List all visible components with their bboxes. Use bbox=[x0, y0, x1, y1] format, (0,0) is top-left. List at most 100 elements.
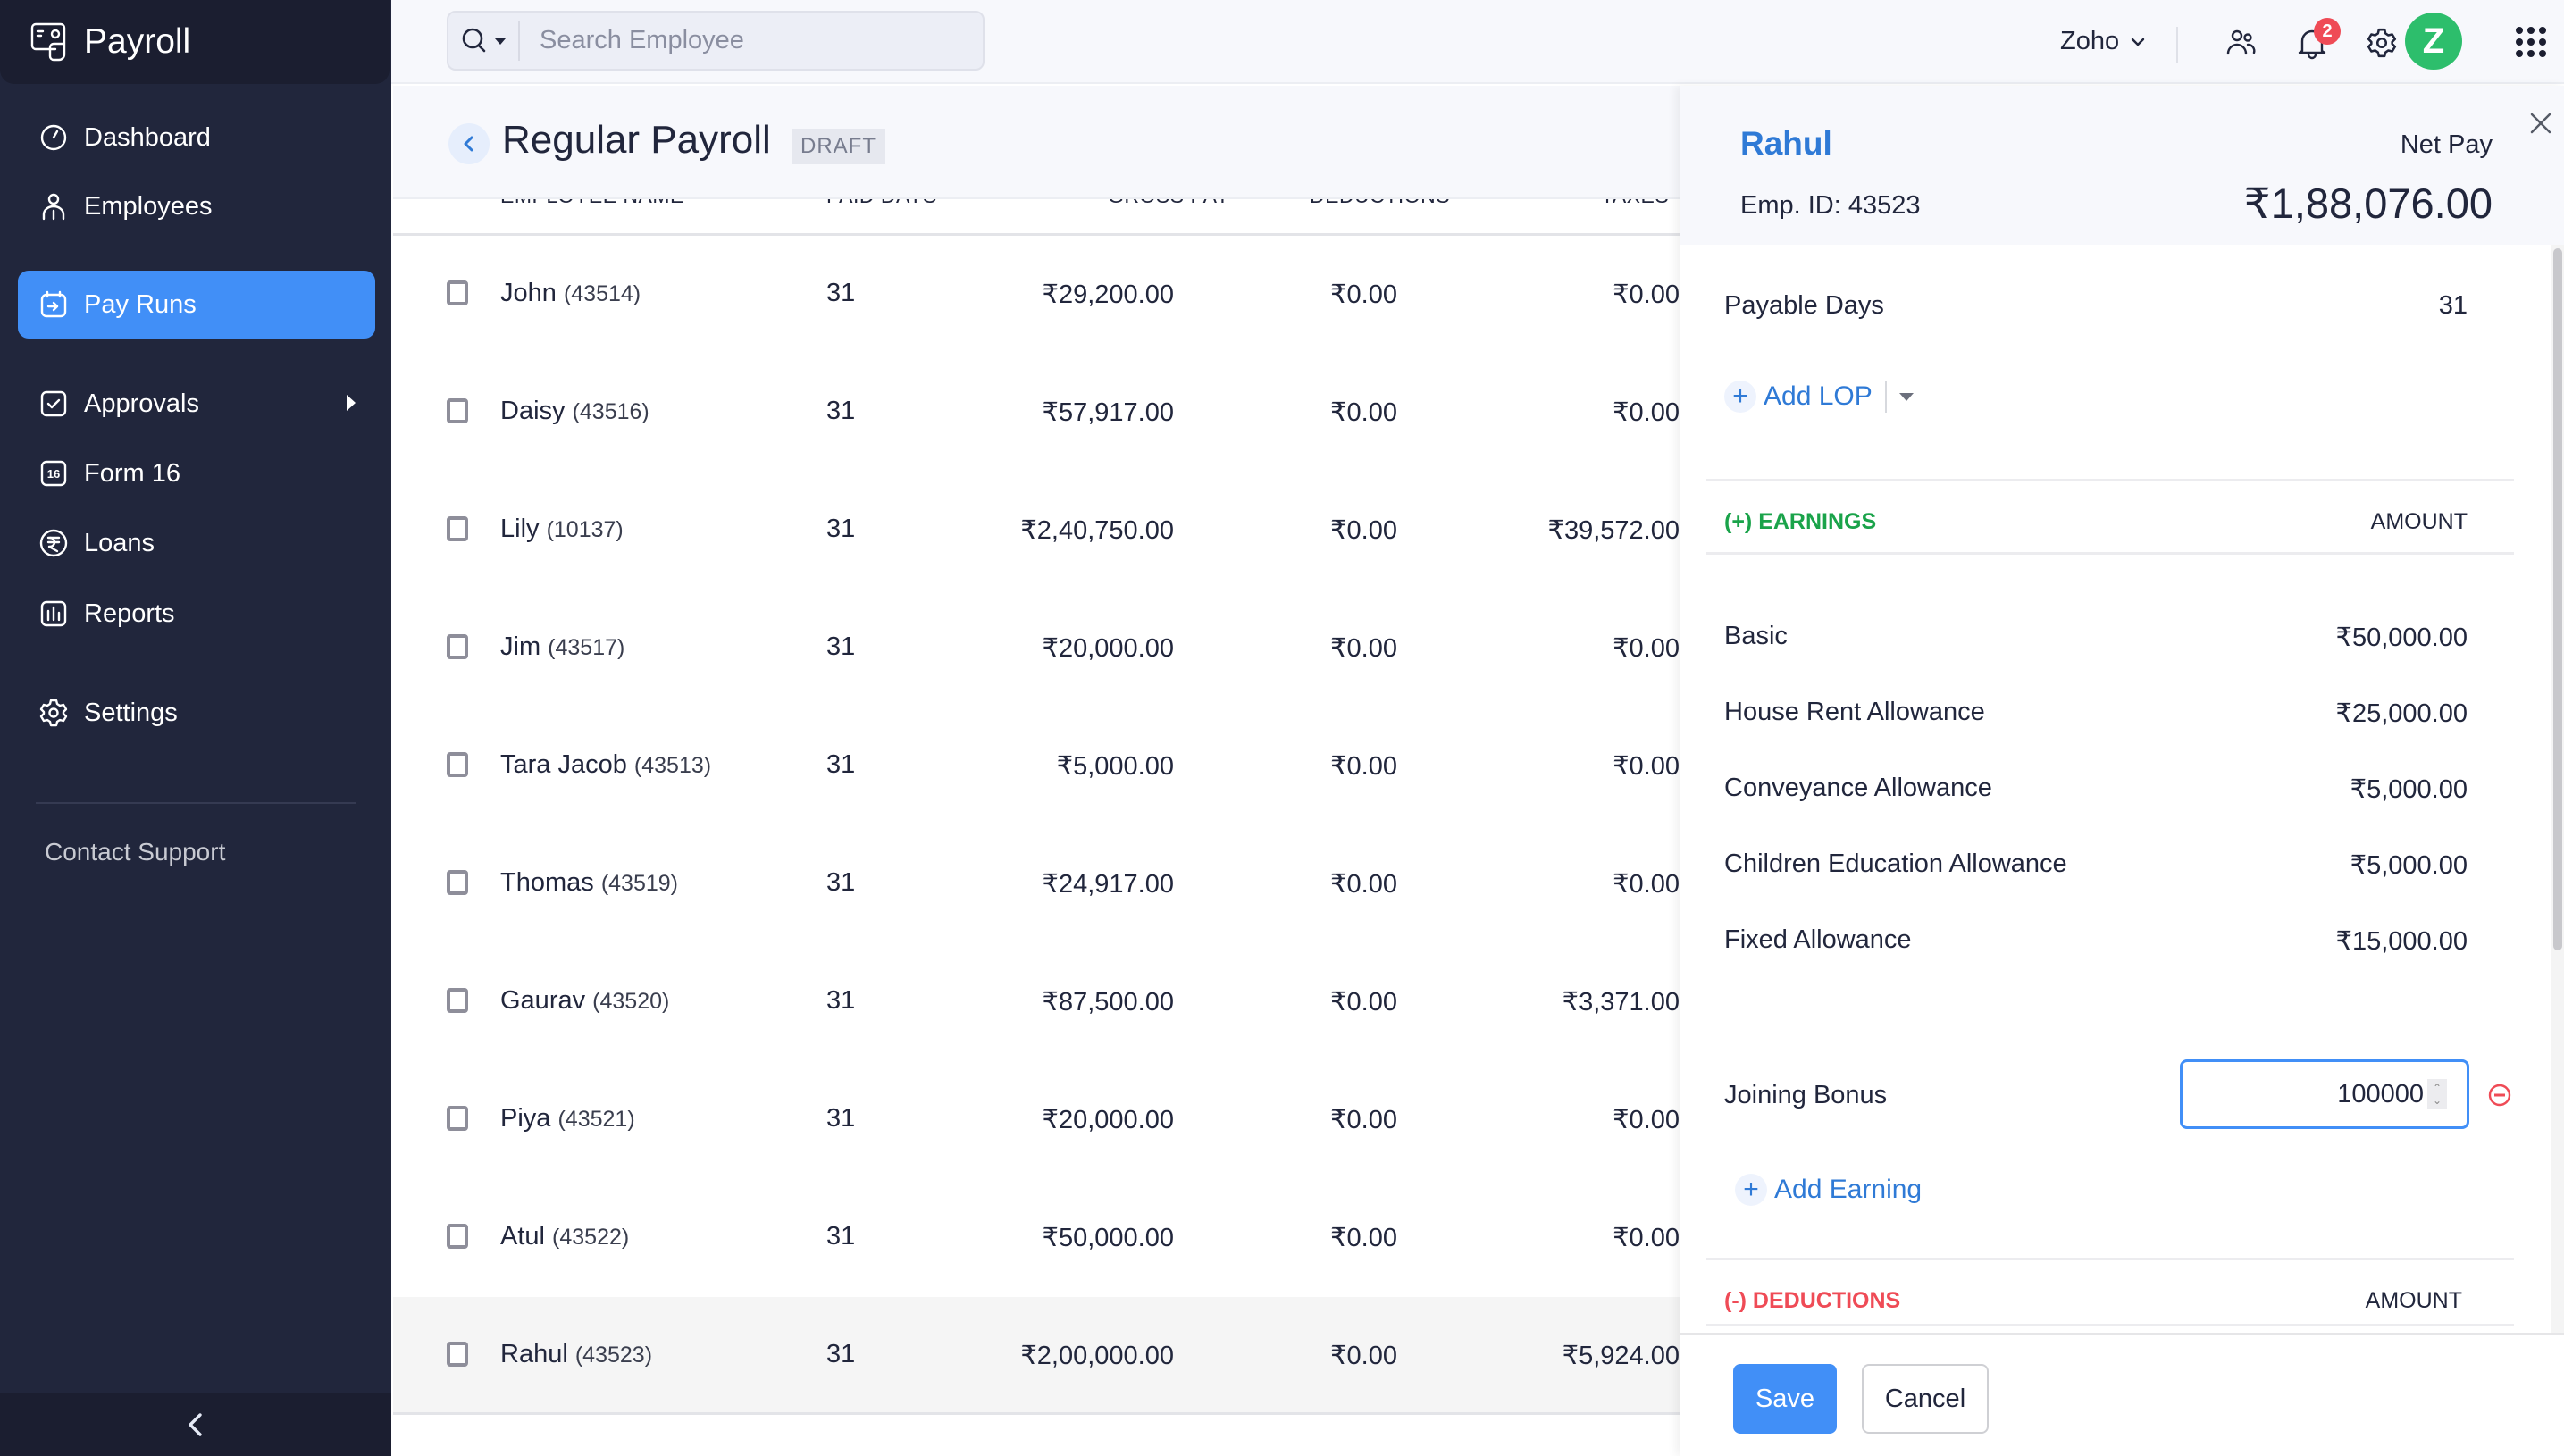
sidebar-item-employees[interactable]: Employees bbox=[18, 172, 375, 240]
table-row[interactable]: John (43514) 31 ₹29,200.00 ₹0.00 ₹0.00 bbox=[393, 236, 1680, 354]
taxes-cell: ₹39,572.00 bbox=[1547, 516, 1680, 545]
panel-scrollbar[interactable] bbox=[2551, 245, 2564, 1333]
contact-support-link[interactable]: Contact Support bbox=[45, 838, 225, 866]
row-checkbox[interactable] bbox=[447, 752, 468, 777]
row-checkbox[interactable] bbox=[447, 1224, 468, 1249]
sidebar-item-settings[interactable]: Settings bbox=[18, 679, 375, 747]
back-button[interactable] bbox=[448, 123, 490, 164]
employee-id: (43523) bbox=[574, 1343, 653, 1368]
save-button[interactable]: Save bbox=[1733, 1364, 1837, 1434]
earnings-header: (+) EARNINGS bbox=[1724, 509, 1877, 534]
employee-name: Tara Jacob bbox=[500, 750, 627, 779]
gross-pay-cell: ₹57,917.00 bbox=[1042, 398, 1174, 427]
gross-pay-cell: ₹2,40,750.00 bbox=[1020, 516, 1174, 545]
employee-name-cell[interactable]: Daisy (43516) bbox=[500, 397, 649, 426]
add-lop-button[interactable]: + Add LOP bbox=[1724, 381, 1914, 413]
table-row[interactable]: Rahul (43523) 31 ₹2,00,000.00 ₹0.00 ₹5,924.0… bbox=[393, 1297, 1680, 1415]
employee-id: (43521) bbox=[557, 1107, 635, 1132]
paid-days-cell: 31 bbox=[826, 868, 856, 897]
add-earning-button[interactable]: + Add Earning bbox=[1735, 1174, 1922, 1206]
table-row[interactable]: Gaurav (43520) 31 ₹87,500.00 ₹0.00 ₹3,371.00 bbox=[393, 943, 1680, 1061]
row-checkbox[interactable] bbox=[447, 988, 468, 1013]
organization-switcher[interactable]: Zoho bbox=[2060, 27, 2146, 56]
approvals-icon bbox=[38, 388, 70, 420]
divider bbox=[1706, 1324, 2514, 1326]
employee-id: (43513) bbox=[633, 753, 712, 778]
table-row[interactable]: Atul (43522) 31 ₹50,000.00 ₹0.00 ₹0.00 bbox=[393, 1179, 1680, 1297]
panel-body: Payable Days 31 + Add LOP (+) EARNINGS A… bbox=[1680, 245, 2564, 1333]
page-header: Regular Payroll DRAFT bbox=[393, 86, 1680, 199]
plus-icon: + bbox=[1735, 1174, 1767, 1206]
sidebar-item-reports[interactable]: Reports bbox=[18, 580, 375, 648]
table-row[interactable]: Jim (43517) 31 ₹20,000.00 ₹0.00 ₹0.00 bbox=[393, 590, 1680, 707]
number-stepper[interactable]: ⌃ ⌄ bbox=[2427, 1079, 2447, 1109]
users-button[interactable] bbox=[2221, 23, 2260, 63]
page-title: Regular Payroll bbox=[502, 118, 771, 162]
row-checkbox[interactable] bbox=[447, 1342, 468, 1367]
gross-pay-cell: ₹20,000.00 bbox=[1042, 1106, 1174, 1134]
search-bar bbox=[447, 11, 985, 71]
sidebar-divider bbox=[36, 802, 356, 804]
taxes-cell: ₹0.00 bbox=[1613, 398, 1680, 427]
earning-amount: ₹15,000.00 bbox=[2335, 927, 2468, 956]
employee-name-cell[interactable]: Piya (43521) bbox=[500, 1104, 635, 1134]
employee-name-cell[interactable]: Tara Jacob (43513) bbox=[500, 750, 711, 780]
notifications-button[interactable]: 2 bbox=[2292, 18, 2341, 63]
sidebar-item-pay-runs[interactable]: Pay Runs bbox=[18, 271, 375, 339]
taxes-cell: ₹0.00 bbox=[1613, 1106, 1680, 1134]
row-checkbox[interactable] bbox=[447, 870, 468, 895]
cancel-button[interactable]: Cancel bbox=[1862, 1364, 1989, 1434]
close-icon bbox=[2530, 113, 2551, 134]
employee-name-cell[interactable]: Lily (10137) bbox=[500, 515, 624, 544]
deductions-cell: ₹0.00 bbox=[1330, 280, 1397, 309]
taxes-cell: ₹0.00 bbox=[1613, 634, 1680, 663]
row-checkbox[interactable] bbox=[447, 280, 468, 305]
dashboard-icon bbox=[38, 121, 70, 154]
table-row[interactable]: Piya (43521) 31 ₹20,000.00 ₹0.00 ₹0.00 bbox=[393, 1061, 1680, 1179]
sidebar-item-label: Approvals bbox=[84, 389, 199, 418]
employee-name: Rahul bbox=[500, 1340, 568, 1368]
user-avatar[interactable]: Z bbox=[2405, 13, 2462, 70]
row-checkbox[interactable] bbox=[447, 516, 468, 541]
settings-button[interactable] bbox=[2362, 23, 2401, 63]
employee-id: (10137) bbox=[546, 517, 624, 542]
table-row[interactable]: Lily (10137) 31 ₹2,40,750.00 ₹0.00 ₹39,572.0… bbox=[393, 472, 1680, 590]
row-checkbox[interactable] bbox=[447, 634, 468, 659]
employee-name-cell[interactable]: Atul (43522) bbox=[500, 1222, 629, 1251]
table-row[interactable]: Daisy (43516) 31 ₹57,917.00 ₹0.00 ₹0.00 bbox=[393, 354, 1680, 472]
apps-grid-icon[interactable] bbox=[2516, 27, 2546, 57]
row-checkbox[interactable] bbox=[447, 398, 468, 423]
scrollbar-thumb[interactable] bbox=[2553, 248, 2562, 950]
divider bbox=[1706, 1258, 2514, 1260]
collapse-sidebar-button[interactable] bbox=[0, 1393, 391, 1456]
employee-name-cell[interactable]: Gaurav (43520) bbox=[500, 986, 669, 1016]
table-row[interactable]: Tara Jacob (43513) 31 ₹5,000.00 ₹0.00 ₹0.00 bbox=[393, 707, 1680, 825]
earning-label: Fixed Allowance bbox=[1724, 925, 1912, 954]
search-filter-button[interactable] bbox=[448, 21, 520, 61]
sidebar-item-approvals[interactable]: Approvals bbox=[18, 370, 375, 438]
close-panel-button[interactable] bbox=[2523, 105, 2559, 141]
sidebar-item-dashboard[interactable]: Dashboard bbox=[18, 104, 375, 172]
employee-id: (43517) bbox=[548, 635, 625, 660]
org-name: Zoho bbox=[2060, 27, 2120, 55]
joining-bonus-input[interactable] bbox=[2209, 1079, 2424, 1109]
employee-name-link[interactable]: Rahul bbox=[1740, 125, 1832, 163]
gross-pay-cell: ₹5,000.00 bbox=[1056, 752, 1174, 781]
table-row[interactable]: Thomas (43519) 31 ₹24,917.00 ₹0.00 ₹0.00 bbox=[393, 825, 1680, 943]
remove-earning-icon[interactable] bbox=[2487, 1083, 2512, 1108]
row-checkbox[interactable] bbox=[447, 1106, 468, 1131]
app-logo[interactable]: Payroll bbox=[0, 0, 390, 84]
employee-name-cell[interactable]: John (43514) bbox=[500, 279, 641, 308]
sidebar-item-form-16[interactable]: 16 Form 16 bbox=[18, 439, 375, 507]
search-input[interactable] bbox=[520, 26, 967, 55]
earning-amount: ₹5,000.00 bbox=[2350, 851, 2468, 880]
employee-name-cell[interactable]: Jim (43517) bbox=[500, 632, 624, 662]
lop-dropdown-caret-icon[interactable] bbox=[1898, 392, 1914, 401]
taxes-cell: ₹3,371.00 bbox=[1562, 988, 1680, 1017]
gross-pay-cell: ₹87,500.00 bbox=[1042, 988, 1174, 1017]
taxes-cell: ₹0.00 bbox=[1613, 752, 1680, 781]
employee-name-cell[interactable]: Rahul (43523) bbox=[500, 1340, 652, 1369]
sidebar-item-loans[interactable]: Loans bbox=[18, 509, 375, 577]
search-icon bbox=[462, 28, 486, 52]
employee-name-cell[interactable]: Thomas (43519) bbox=[500, 868, 678, 898]
